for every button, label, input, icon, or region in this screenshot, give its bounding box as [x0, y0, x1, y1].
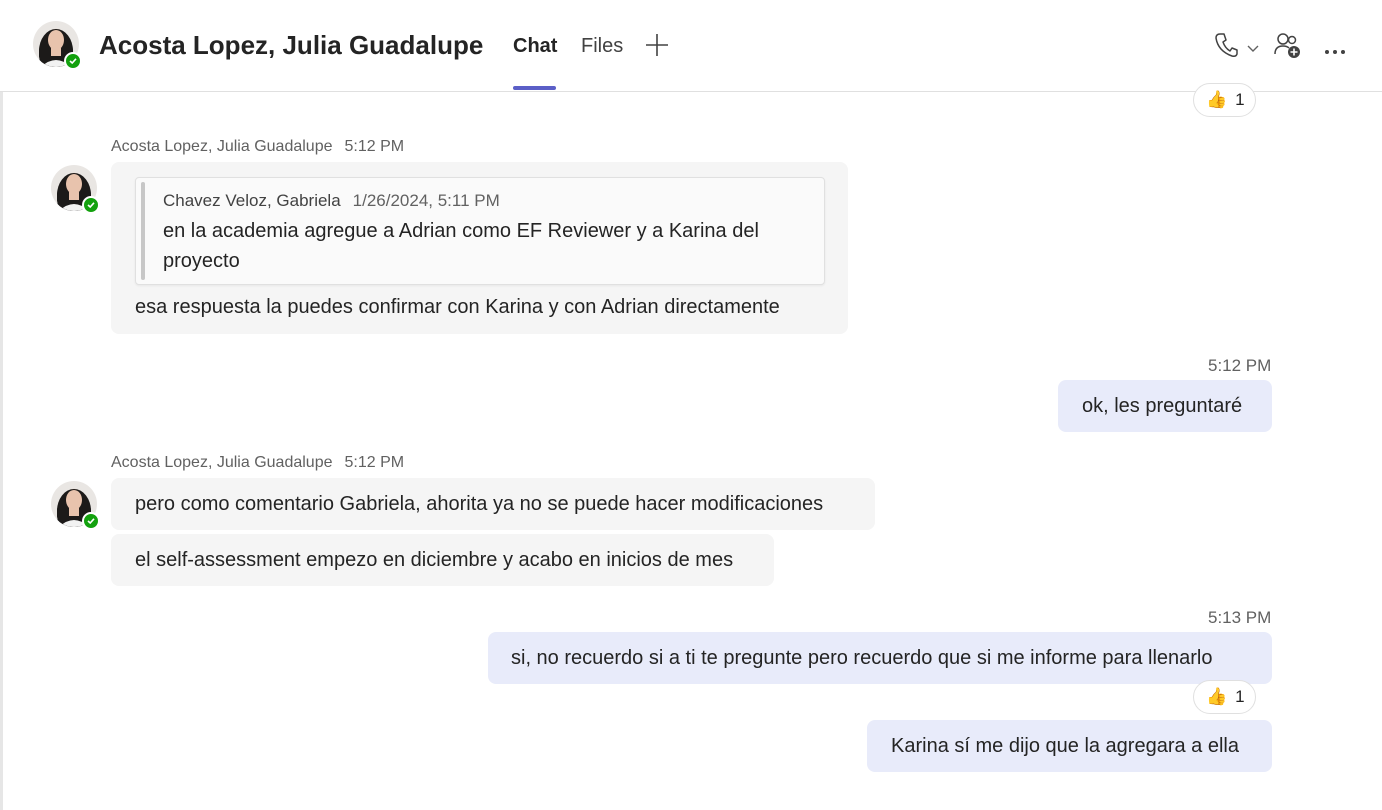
- message-time: 5:12 PM: [344, 454, 405, 471]
- reaction-count: 1: [1235, 687, 1245, 706]
- message-bubble[interactable]: Chavez Veloz, Gabriela 1/26/2024, 5:11 PM…: [111, 162, 848, 334]
- tab-chat[interactable]: Chat: [513, 35, 557, 58]
- message-meta: Acosta Lopez, Julia Guadalupe 5:12 PM: [111, 138, 404, 156]
- message-time: 5:12 PM: [344, 138, 405, 155]
- quote-bar: [141, 182, 145, 280]
- quote-text: en la academia agregue a Adrian como EF …: [163, 220, 759, 272]
- message-bubble[interactable]: pero como comentario Gabriela, ahorita y…: [111, 478, 875, 530]
- reaction-count: 1: [1235, 90, 1245, 109]
- message-bubble-self[interactable]: ok, les preguntaré: [1058, 380, 1272, 432]
- quoted-message[interactable]: Chavez Veloz, Gabriela 1/26/2024, 5:11 PM…: [135, 177, 825, 285]
- message-time: 5:13 PM: [1208, 608, 1272, 627]
- quote-meta: Chavez Veloz, Gabriela 1/26/2024, 5:11 PM: [163, 191, 500, 211]
- sender-name: Acosta Lopez, Julia Guadalupe: [111, 454, 333, 471]
- message-text: pero como comentario Gabriela, ahorita y…: [135, 493, 824, 515]
- message-text: si, no recuerdo si a ti te pregunte pero…: [511, 647, 1213, 669]
- reaction-like[interactable]: 👍 1: [1193, 83, 1256, 117]
- presence-available-icon: [82, 512, 100, 530]
- add-people-icon[interactable]: [1274, 32, 1302, 65]
- message-text: esa respuesta la puedes confirmar con Ka…: [135, 296, 780, 318]
- message-text: el self-assessment empezo en diciembre y…: [135, 549, 734, 571]
- quote-author: Chavez Veloz, Gabriela: [163, 191, 341, 210]
- message-bubble[interactable]: el self-assessment empezo en diciembre y…: [111, 534, 774, 586]
- quote-date: 1/26/2024, 5:11 PM: [352, 191, 500, 210]
- message-bubble-self[interactable]: Karina sí me dijo que la agregara a ella: [867, 720, 1272, 772]
- presence-available-icon: [82, 196, 100, 214]
- call-icon[interactable]: [1214, 32, 1238, 63]
- thumbs-up-icon: 👍: [1206, 687, 1228, 706]
- add-tab-icon[interactable]: [645, 33, 669, 57]
- reaction-like[interactable]: 👍 1: [1193, 680, 1256, 714]
- message-time: 5:12 PM: [1208, 356, 1272, 375]
- chat-header: Acosta Lopez, Julia Guadalupe Chat Files: [0, 0, 1382, 92]
- thumbs-up-icon: 👍: [1206, 90, 1228, 109]
- message-text: Karina sí me dijo que la agregara a ella: [891, 735, 1239, 757]
- window-left-edge: [0, 0, 3, 810]
- sender-name: Acosta Lopez, Julia Guadalupe: [111, 138, 333, 155]
- message-bubble-self[interactable]: si, no recuerdo si a ti te pregunte pero…: [488, 632, 1272, 684]
- presence-available-icon: [64, 52, 82, 70]
- active-tab-indicator: [513, 86, 556, 90]
- chat-title: Acosta Lopez, Julia Guadalupe: [99, 30, 484, 60]
- more-options-icon[interactable]: [1324, 42, 1346, 60]
- message-meta: Acosta Lopez, Julia Guadalupe 5:12 PM: [111, 454, 404, 472]
- chevron-down-icon[interactable]: [1247, 40, 1259, 58]
- message-text: ok, les preguntaré: [1082, 395, 1243, 417]
- tab-files[interactable]: Files: [581, 35, 623, 58]
